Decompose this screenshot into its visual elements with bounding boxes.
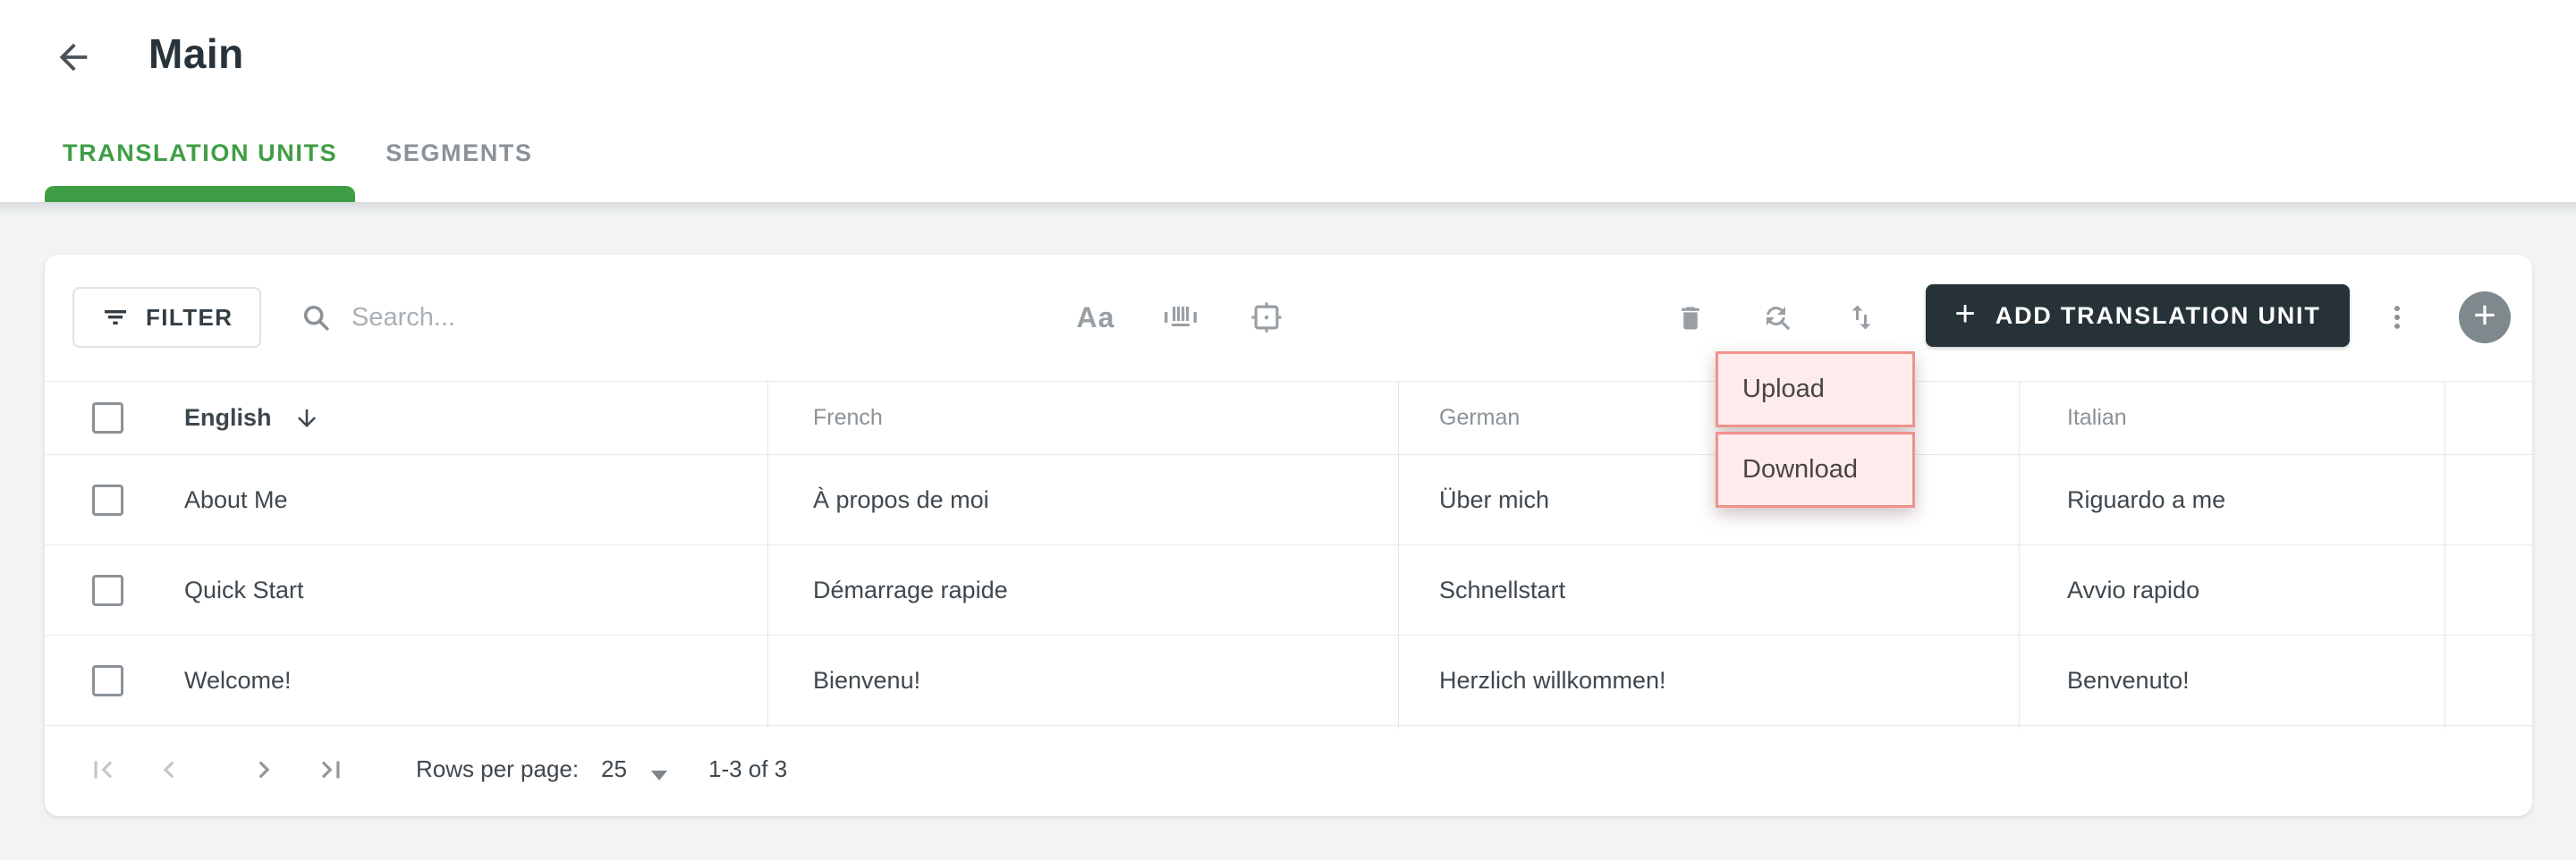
table-header-row: English French German Italian [45, 381, 2532, 455]
add-translation-unit-button[interactable]: + ADD TRANSLATION UNIT [1926, 284, 2350, 347]
prev-page-button[interactable] [150, 751, 188, 788]
menu-item-upload-label: Upload [1742, 375, 1825, 403]
translation-units-page: Main TRANSLATION UNITS SEGMENTS FILTER S… [0, 0, 2576, 860]
find-replace-icon [1761, 301, 1793, 333]
cell-italian: Avvio rapido [2067, 576, 2200, 603]
column-header-english[interactable]: English [184, 404, 320, 432]
menu-item-download[interactable]: Download [1716, 432, 1915, 508]
column-divider [1398, 381, 1399, 729]
last-page-button[interactable] [312, 751, 350, 788]
column-divider [767, 381, 768, 729]
search-input[interactable] [352, 302, 978, 333]
add-column-fab[interactable]: + [2459, 291, 2511, 343]
cell-english: Quick Start [184, 576, 304, 603]
plus-icon: + [1954, 294, 1976, 333]
barcode-view-button[interactable] [1150, 287, 1211, 348]
arrow-down-icon [293, 405, 320, 432]
tab-segments-label: SEGMENTS [386, 139, 533, 166]
delete-button[interactable] [1660, 287, 1721, 348]
cell-french: Démarrage rapide [813, 576, 1008, 603]
text-case-icon: Aa [1076, 300, 1115, 333]
import-export-icon [1845, 301, 1877, 333]
arrow-left-icon [53, 37, 94, 78]
tab-translation-units[interactable]: TRANSLATION UNITS [45, 104, 356, 202]
menu-item-download-label: Download [1742, 455, 1858, 484]
translation-units-card: FILTER Aa [45, 255, 2532, 816]
top-bar: Main TRANSLATION UNITS SEGMENTS [0, 0, 2576, 202]
active-tab-indicator [45, 186, 356, 202]
chevron-down-icon[interactable] [651, 771, 667, 780]
search-box [300, 287, 978, 348]
table-row[interactable]: Welcome! Bienvenu! Herzlich willkommen! … [45, 636, 2532, 726]
next-page-button[interactable] [245, 751, 283, 788]
next-page-icon [247, 753, 281, 787]
rows-per-page-label: Rows per page: [416, 755, 580, 782]
column-divider [2019, 381, 2020, 729]
table-row[interactable]: About Me À propos de moi Über mich Rigua… [45, 455, 2532, 545]
rows-per-page-select[interactable]: 25 [601, 755, 627, 783]
cell-french: À propos de moi [813, 485, 989, 513]
table-row[interactable]: Quick Start Démarrage rapide Schnellstar… [45, 545, 2532, 636]
pagination-range-label: 1-3 of 3 [708, 755, 788, 782]
column-header-french[interactable]: French [813, 405, 883, 430]
import-export-button[interactable] [1831, 287, 1892, 348]
menu-item-upload[interactable]: Upload [1716, 351, 1915, 427]
tab-bar: TRANSLATION UNITS SEGMENTS [45, 104, 564, 202]
cell-italian: Riguardo a me [2067, 485, 2226, 513]
barcode-icon [1163, 303, 1199, 332]
row-checkbox[interactable] [92, 664, 123, 696]
page-title: Main [148, 30, 244, 77]
first-page-icon [86, 753, 120, 787]
export-menu: Upload Download [1716, 351, 1915, 508]
tab-translation-units-label: TRANSLATION UNITS [63, 139, 338, 166]
trash-icon [1675, 302, 1706, 333]
cell-french: Bienvenu! [813, 666, 921, 694]
cell-german: Schnellstart [1439, 576, 1566, 603]
add-translation-unit-label: ADD TRANSLATION UNIT [1995, 301, 2321, 329]
focus-frame-button[interactable] [1236, 287, 1297, 348]
search-icon [300, 301, 332, 333]
more-options-button[interactable] [2367, 287, 2428, 348]
topbar-shadow [0, 202, 2576, 215]
column-header-italian[interactable]: Italian [2067, 405, 2127, 430]
cell-english: Welcome! [184, 666, 292, 694]
find-replace-button[interactable] [1747, 287, 1808, 348]
plus-circle-icon: + [2473, 292, 2496, 337]
row-checkbox[interactable] [92, 484, 123, 516]
prev-page-icon [152, 753, 186, 787]
column-header-german[interactable]: German [1439, 405, 1520, 430]
more-vert-icon [2382, 302, 2412, 333]
tab-segments[interactable]: SEGMENTS [355, 104, 563, 202]
cell-german: Über mich [1439, 485, 1550, 513]
toolbar: FILTER Aa [45, 255, 2532, 381]
first-page-button[interactable] [84, 751, 122, 788]
cell-german: Herzlich willkommen! [1439, 666, 1666, 694]
translation-units-table: English French German Italian About Me À… [45, 381, 2532, 729]
back-button[interactable] [50, 34, 97, 80]
filter-button[interactable]: FILTER [72, 287, 262, 348]
last-page-icon [314, 753, 348, 787]
row-checkbox[interactable] [92, 574, 123, 606]
select-all-checkbox[interactable] [92, 402, 123, 434]
table-footer: Rows per page: 25 1-3 of 3 [45, 726, 2532, 813]
cell-italian: Benvenuto! [2067, 666, 2190, 694]
cell-english: About Me [184, 485, 288, 513]
filter-button-label: FILTER [146, 303, 233, 331]
filter-icon [101, 303, 130, 332]
text-case-button[interactable]: Aa [1065, 287, 1126, 348]
focus-frame-icon [1250, 300, 1284, 334]
